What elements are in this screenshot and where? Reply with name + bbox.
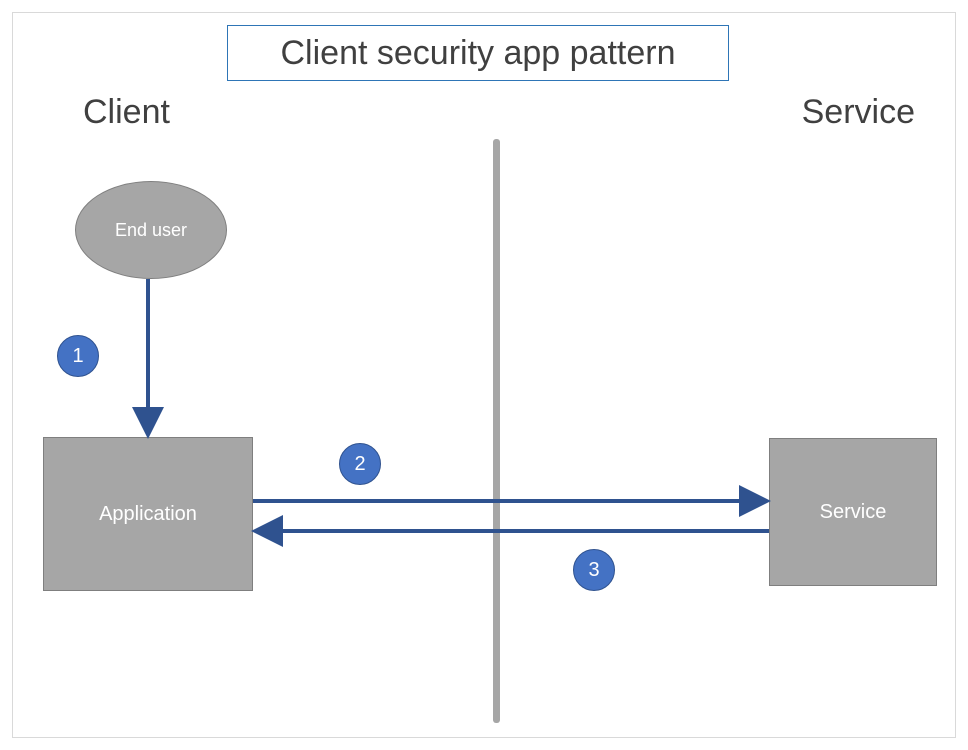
node-end-user: End user: [75, 181, 227, 279]
step-badge-1: 1: [57, 335, 99, 377]
arrow-step-3: [253, 521, 769, 541]
node-application: Application: [43, 437, 253, 591]
diagram-frame: Client security app pattern Client Servi…: [12, 12, 956, 738]
section-label-client: Client: [83, 93, 170, 132]
step-badge-2: 2: [339, 443, 381, 485]
arrow-step-1: [138, 279, 158, 437]
section-label-service: Service: [802, 93, 915, 132]
step-badge-3: 3: [573, 549, 615, 591]
arrow-step-2: [253, 491, 769, 511]
divider-vertical: [493, 139, 500, 723]
node-service: Service: [769, 438, 937, 586]
diagram-title: Client security app pattern: [227, 25, 729, 81]
